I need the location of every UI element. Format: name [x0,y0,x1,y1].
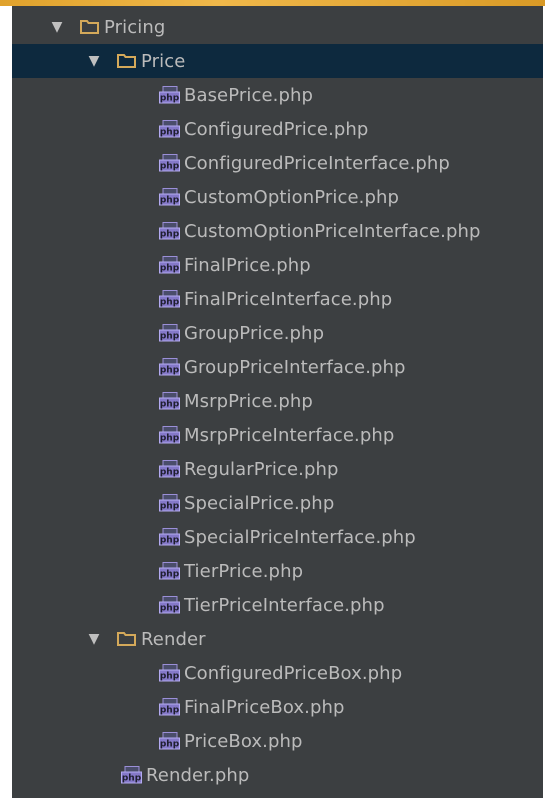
php-file-icon: php [159,188,180,206]
php-file-icon: php [159,392,180,410]
php-file-icon: php [159,154,180,172]
tree-file-item[interactable]: php FinalPriceInterface.php [12,282,543,316]
php-file-icon: php [159,528,180,546]
tree-file-item[interactable]: php ConfiguredPrice.php [12,112,543,146]
svg-text:php: php [160,162,180,172]
tree-file-item[interactable]: php ConfiguredPriceBox.php [12,656,543,690]
svg-text:php: php [160,706,180,716]
svg-text:php: php [160,604,180,614]
php-file-icon: php [159,460,180,478]
svg-text:php: php [160,366,180,376]
svg-text:php: php [160,298,180,308]
tree-file-item[interactable]: php RegularPrice.php [12,452,543,486]
svg-text:php: php [160,570,180,580]
tree-node-price[interactable]: ▼ Price [12,44,543,78]
project-tree-panel: ▼ Pricing ▼ Price php BasePrice.php php … [12,6,543,798]
svg-text:php: php [122,774,142,784]
php-file-icon: php [159,562,180,580]
tree-file-label: GroupPriceInterface.php [184,356,406,378]
svg-text:php: php [160,230,180,240]
svg-text:php: php [160,502,180,512]
folder-icon [80,20,99,34]
tree-file-label: CustomOptionPriceInterface.php [184,220,481,242]
svg-text:php: php [160,94,180,104]
php-file-icon: php [159,596,180,614]
svg-text:php: php [160,672,180,682]
tree-file-item[interactable]: php CustomOptionPriceInterface.php [12,214,543,248]
php-file-icon: php [159,290,180,308]
tree-file-label: ConfiguredPriceInterface.php [184,152,450,174]
svg-text:php: php [160,740,180,750]
tree-file-item[interactable]: php SpecialPrice.php [12,486,543,520]
tree-file-label: BasePrice.php [184,84,314,106]
tree-file-label: FinalPriceInterface.php [184,288,393,310]
tree-file-label: MsrpPriceInterface.php [184,424,395,446]
svg-text:php: php [160,332,180,342]
php-file-icon: php [159,732,180,750]
project-tree: ▼ Pricing ▼ Price php BasePrice.php php … [12,10,543,792]
tree-file-item[interactable]: php PriceBox.php [12,724,543,758]
php-file-icon: php [159,426,180,444]
tree-file-label: FinalPrice.php [184,254,311,276]
php-file-icon: php [121,766,142,784]
php-file-icon: php [159,358,180,376]
php-file-icon: php [159,698,180,716]
php-file-icon: php [159,324,180,342]
tree-file-label: SpecialPriceInterface.php [184,526,416,548]
php-file-icon: php [159,494,180,512]
svg-text:php: php [160,196,180,206]
tree-file-item[interactable]: php SpecialPriceInterface.php [12,520,543,554]
folder-icon [117,54,136,68]
tree-file-label: TierPriceInterface.php [184,594,385,616]
tree-file-item[interactable]: php FinalPrice.php [12,248,543,282]
tree-node-label: Render [141,628,206,650]
tree-file-label: MsrpPrice.php [184,390,313,412]
tree-file-item[interactable]: php CustomOptionPrice.php [12,180,543,214]
tree-file-label: SpecialPrice.php [184,492,335,514]
tree-file-label: ConfiguredPrice.php [184,118,369,140]
php-file-icon: php [159,120,180,138]
svg-text:php: php [160,128,180,138]
tree-file-label: Render.php [146,764,250,786]
expand-arrow-icon[interactable]: ▼ [50,19,64,35]
expand-arrow-icon[interactable]: ▼ [87,631,101,647]
php-file-icon: php [159,664,180,682]
svg-text:php: php [160,400,180,410]
svg-text:php: php [160,264,180,274]
svg-text:php: php [160,434,180,444]
screenshot-frame: ▼ Pricing ▼ Price php BasePrice.php php … [0,0,545,798]
tree-node-label: Pricing [104,16,166,38]
tree-file-label: RegularPrice.php [184,458,339,480]
tree-file-label: CustomOptionPrice.php [184,186,400,208]
php-file-icon: php [159,222,180,240]
tree-file-item[interactable]: php MsrpPriceInterface.php [12,418,543,452]
svg-text:php: php [160,468,180,478]
tree-file-label: FinalPriceBox.php [184,696,345,718]
tree-node-pricing[interactable]: ▼ Pricing [12,10,543,44]
tree-node-label: Price [141,50,186,72]
tree-file-render-php[interactable]: php Render.php [12,758,543,792]
tree-file-item[interactable]: php TierPriceInterface.php [12,588,543,622]
tree-file-label: ConfiguredPriceBox.php [184,662,403,684]
tree-file-item[interactable]: php BasePrice.php [12,78,543,112]
tree-file-item[interactable]: php TierPrice.php [12,554,543,588]
tree-file-label: GroupPrice.php [184,322,325,344]
expand-arrow-icon[interactable]: ▼ [87,53,101,69]
tree-file-item[interactable]: php FinalPriceBox.php [12,690,543,724]
tree-node-render[interactable]: ▼ Render [12,622,543,656]
tree-file-item[interactable]: php MsrpPrice.php [12,384,543,418]
tree-file-item[interactable]: php GroupPrice.php [12,316,543,350]
svg-text:php: php [160,536,180,546]
tree-file-item[interactable]: php GroupPriceInterface.php [12,350,543,384]
php-file-icon: php [159,86,180,104]
tree-file-item[interactable]: php ConfiguredPriceInterface.php [12,146,543,180]
tree-file-label: TierPrice.php [184,560,304,582]
tree-file-label: PriceBox.php [184,730,303,752]
php-file-icon: php [159,256,180,274]
folder-icon [117,632,136,646]
